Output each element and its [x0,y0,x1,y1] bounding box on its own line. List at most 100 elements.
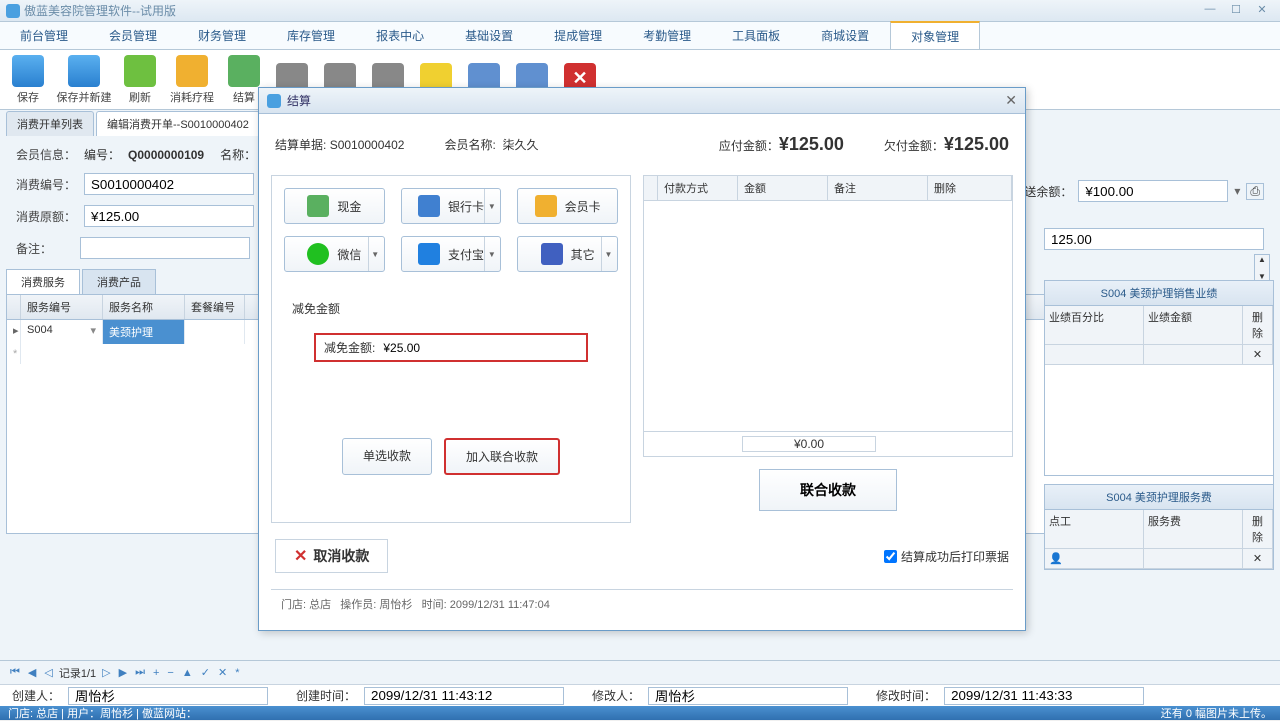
spinner-up[interactable]: ▲ [1255,255,1269,272]
pay-member-card[interactable]: 会员卡 [517,188,618,224]
dlg-billno: S0010000402 [330,138,405,152]
origamt-input[interactable] [84,205,254,227]
toolbar-refresh[interactable]: 刷新 [116,51,164,109]
menu-mall[interactable]: 商城设置 [801,22,890,49]
dialog-status: 门店: 总店 操作员: 周怡杉 时间: 2099/12/31 11:47:04 [271,589,1013,618]
toolbar-consume[interactable]: 消耗疗程 [164,51,220,109]
nav-last[interactable]: ⏭ [133,666,147,679]
tab-list[interactable]: 消费开单列表 [6,111,94,136]
dialog-title: 结算 [287,92,1005,109]
remark-label: 备注： [16,240,72,257]
minimize-button[interactable]: — [1198,3,1222,19]
pay-alipay[interactable]: 支付宝▼ [401,236,502,272]
app-title: 傲蓝美容院管理软件--试用版 [24,2,1198,19]
membercard-icon [535,195,557,217]
status-left: 门店: 总店 | 用户：周怡杉 | 傲蓝网站： [8,705,197,721]
creator-input[interactable] [68,687,268,705]
billno-input[interactable] [84,173,254,195]
menu-front[interactable]: 前台管理 [0,22,89,49]
cell-package[interactable] [185,320,245,344]
combined-pay-button[interactable]: 联合收款 [759,469,897,511]
member-name-label: 名称： [220,146,256,163]
origamt-label: 消费原额： [16,208,76,225]
nav-cancel[interactable]: ✕ [216,666,229,679]
menu-object[interactable]: 对象管理 [890,21,980,49]
nav-add[interactable]: + [151,667,161,679]
menu-report[interactable]: 报表中心 [356,22,445,49]
subtab-product[interactable]: 消费产品 [82,269,156,294]
cell-name[interactable]: 美颈护理 [103,320,185,344]
consume-icon [176,55,208,87]
nav-del[interactable]: − [165,667,175,679]
sales-panel: S004 美颈护理销售业绩 业绩百分比 业绩金额 删除 ✕ [1044,280,1274,476]
titlebar: 傲蓝美容院管理软件--试用版 — ☐ ✕ [0,0,1280,22]
nav-next[interactable]: ▶ [117,666,129,679]
fee-panel: S004 美颈护理服务费 点工 服务费 删除 👤✕ [1044,484,1274,570]
fee-worker-icon[interactable]: 👤 [1045,549,1144,568]
gift-input[interactable] [1078,180,1228,202]
menu-tools[interactable]: 工具面板 [712,22,801,49]
menu-attendance[interactable]: 考勤管理 [623,22,712,49]
col-package[interactable]: 套餐编号 [185,295,245,319]
print-receipt-checkbox[interactable]: 结算成功后打印票据 [884,548,1009,565]
gift-extra-icon[interactable]: ⎙ [1246,183,1264,200]
pay-wechat[interactable]: 微信▼ [284,236,385,272]
pay-other[interactable]: 其它▼ [517,236,618,272]
refresh-icon [124,55,156,87]
nav-prev2[interactable]: ◁ [42,666,54,679]
menu-member[interactable]: 会员管理 [89,22,178,49]
close-button[interactable]: ✕ [1250,3,1274,19]
col-service-name[interactable]: 服务名称 [103,295,185,319]
fee-panel-title: S004 美颈护理服务费 [1045,485,1273,510]
reduce-input[interactable] [383,341,578,355]
bank-icon [418,195,440,217]
wechat-dd[interactable]: ▼ [368,237,382,271]
menu-basic[interactable]: 基础设置 [445,22,534,49]
right-amount-input[interactable] [1044,228,1264,250]
menu-stock[interactable]: 库存管理 [267,22,356,49]
modifier-input[interactable] [648,687,848,705]
nav-ok[interactable]: ✓ [199,666,212,679]
mtime-input[interactable] [944,687,1144,705]
col-service-code[interactable]: 服务编号 [21,295,103,319]
tab-edit[interactable]: 编辑消费开单--S0010000402 [96,111,260,136]
remark-input[interactable] [80,237,250,259]
dialog-close[interactable]: ✕ [1005,92,1017,109]
menu-commission[interactable]: 提成管理 [534,22,623,49]
other-dd[interactable]: ▼ [601,237,615,271]
owe-amount: ¥125.00 [944,134,1009,154]
cancel-pay-button[interactable]: ✕ 取消收款 [275,539,388,573]
reduce-section-label: 减免金额 [284,292,618,325]
paylist-total: ¥0.00 [742,436,876,452]
toolbar-save[interactable]: 保存 [4,51,52,109]
status-right: 还有 0 幅图片未上传。 [1161,705,1272,721]
ctime-input[interactable] [364,687,564,705]
member-no-label: 编号： [84,146,120,163]
nav-edit[interactable]: ▲ [180,667,195,679]
menubar: 前台管理 会员管理 财务管理 库存管理 报表中心 基础设置 提成管理 考勤管理 … [0,22,1280,50]
billno-label: 消费编号： [16,176,76,193]
statusbar: 门店: 总店 | 用户：周怡杉 | 傲蓝网站： 还有 0 幅图片未上传。 [0,706,1280,720]
sales-delete[interactable]: ✕ [1243,345,1273,364]
cell-code[interactable]: S004 ▾ [21,320,103,344]
due-amount: ¥125.00 [779,134,844,154]
maximize-button[interactable]: ☐ [1224,3,1248,19]
toolbar-savenew[interactable]: 保存并新建 [52,51,116,109]
nav-more[interactable]: * [233,667,241,679]
subtab-service[interactable]: 消费服务 [6,269,80,294]
add-combined-button[interactable]: 加入联合收款 [444,438,560,475]
member-no: Q0000000109 [128,148,204,162]
alipay-dd[interactable]: ▼ [484,237,498,271]
single-pay-button[interactable]: 单选收款 [342,438,432,475]
nav-next2[interactable]: ▷ [100,666,112,679]
fee-delete[interactable]: ✕ [1243,549,1273,568]
pay-bank[interactable]: 银行卡▼ [401,188,502,224]
pay-cash[interactable]: 现金 [284,188,385,224]
wechat-icon [307,243,329,265]
menu-finance[interactable]: 财务管理 [178,22,267,49]
nav-prev[interactable]: ◀ [26,666,38,679]
nav-first[interactable]: ⏮ [8,666,22,679]
bank-dd[interactable]: ▼ [484,189,498,223]
dlg-member: 柒久久 [502,138,538,152]
gift-dd-icon[interactable]: ▾ [1234,184,1240,198]
